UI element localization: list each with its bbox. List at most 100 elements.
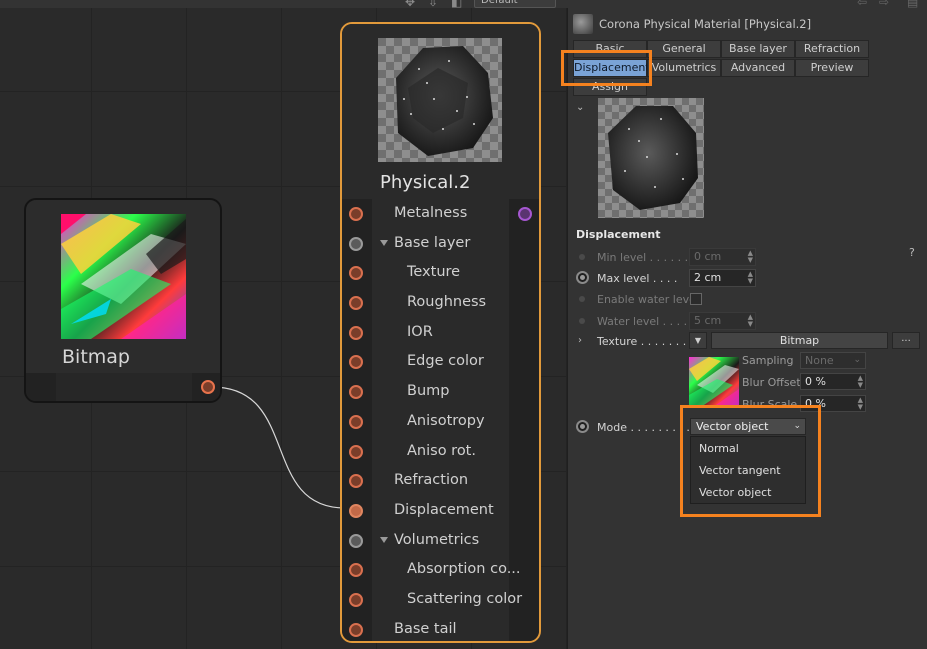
menu-icon[interactable]: ▤ [907,0,918,9]
highlight-box-mode-dropdown [680,405,821,517]
port-label: Anisotropy [407,412,485,429]
animation-dot[interactable] [579,254,585,260]
physical-material-node[interactable]: Physical.2 Metalness Base layer Texture Rou… [340,22,541,643]
bitmap-node-footer [26,373,220,401]
animation-dot[interactable] [576,420,589,433]
panel-header: Corona Physical Material [Physical.2] [573,14,927,36]
port-row[interactable]: Base layer [342,228,539,259]
back-arrow-icon[interactable]: ⇦ [857,0,867,9]
texture-bitmap-button[interactable]: Bitmap [711,332,888,349]
port-row[interactable]: Base tail [342,614,539,641]
animation-dot[interactable] [579,296,585,302]
port-label: IOR [407,323,433,340]
panel-material-preview [598,98,704,218]
highlight-box-displacement-tab [561,50,652,86]
port-label: Base tail [394,620,457,637]
tab-general[interactable]: General [647,40,721,58]
panel-topbar: ⇦ ⇨ ▤ [567,0,927,9]
port-row[interactable]: Scattering color [342,584,539,615]
port-row[interactable]: Metalness [342,199,539,229]
section-title-displacement: Displacement [576,228,661,241]
bitmap-node-title: Bitmap [62,346,130,368]
texture-menu-button[interactable]: ▼ [689,332,707,349]
min-level-field[interactable]: 0 cm ▲ ▼ [689,248,756,266]
tab-base-layer[interactable]: Base layer [721,40,795,58]
physical-node-title: Physical.2 [380,172,471,193]
blur-offset-label: Blur Offset [742,376,801,389]
bitmap-thumbnail [61,214,186,339]
max-level-field[interactable]: 2 cm ▲ ▼ [689,269,756,287]
port-label: Volumetrics [394,531,480,548]
port-label: Edge color [407,353,484,370]
forward-arrow-icon[interactable]: ⇨ [879,0,889,9]
port-label: Base layer [394,234,471,251]
port-row[interactable]: Absorption co... [342,555,539,585]
input-port[interactable] [349,444,363,459]
port-label: Displacement [394,501,494,518]
port-row[interactable]: Roughness [342,288,539,318]
attr-max-level: Max level . . . . 2 cm ▲ ▼ [568,268,927,288]
preset-select[interactable]: Default [474,0,556,8]
tab-volumetrics[interactable]: Volumetrics [647,59,721,77]
port-row[interactable]: Displacement [342,495,539,526]
arrange-icon[interactable]: ⇩ [428,0,438,9]
input-port[interactable] [349,533,363,548]
port-row[interactable]: Refraction [342,466,539,496]
tab-preview[interactable]: Preview [795,59,869,77]
layout-icon[interactable]: ◧ [451,0,462,9]
input-port[interactable] [349,503,363,518]
node-editor-canvas[interactable]: ✥ ⇩ ◧ Default Bitmap Physical.2 Metalnes… [0,0,567,649]
blur-offset-field[interactable]: 0 % ▲ ▼ [800,373,866,390]
editor-topbar: ✥ ⇩ ◧ Default [0,0,567,9]
port-label: Refraction [394,472,469,489]
sampling-select[interactable]: None ⌄ [800,352,866,369]
port-label: Aniso rot. [407,442,476,459]
animation-dot[interactable] [576,271,589,284]
attribute-panel: Corona Physical Material [Physical.2] Ba… [561,0,927,649]
input-port[interactable] [349,296,363,311]
tab-advanced[interactable]: Advanced [721,59,795,77]
port-row[interactable]: Bump [342,377,539,407]
chevron-down-icon[interactable]: ⌄ [576,102,584,113]
physical-node-header: Physical.2 [342,24,539,196]
port-row[interactable]: Edge color [342,347,539,378]
input-port[interactable] [349,236,363,251]
app-root: ✥ ⇩ ◧ Default Bitmap Physical.2 Metalnes… [0,0,927,649]
material-title: Corona Physical Material [Physical.2] [599,17,812,31]
physical-node-ports: Metalness Base layer Texture Roughness IOR Ed… [342,199,539,641]
animation-dot[interactable] [579,318,585,324]
port-row[interactable]: Texture [342,258,539,289]
tab-refraction[interactable]: Refraction [795,40,869,58]
bitmap-output-port[interactable] [201,380,215,394]
texture-more-button[interactable]: ... [892,332,920,349]
water-level-field[interactable]: 5 cm ▲ ▼ [689,312,756,330]
port-label: Metalness [394,205,468,221]
enable-water-level-checkbox[interactable] [690,293,702,305]
sampling-label: Sampling [742,354,794,367]
attr-min-level: Min level . . . . . . 0 cm ▲ ▼ [568,247,927,267]
expand-caret-icon[interactable] [380,536,388,543]
bitmap-node[interactable]: Bitmap [24,198,222,403]
output-port[interactable] [518,207,532,221]
port-label: Scattering color [407,590,523,607]
attr-enable-water-level: Enable water level [568,289,927,309]
material-icon [573,14,593,34]
port-label: Bump [407,383,450,400]
port-label: Absorption co... [407,561,521,578]
expand-caret-icon[interactable] [380,239,388,246]
port-row[interactable]: IOR [342,317,539,348]
port-row[interactable]: Aniso rot. [342,436,539,467]
material-preview-thumbnail [378,38,502,162]
texture-thumbnail [689,357,739,407]
input-port[interactable] [349,414,363,429]
attr-water-level: Water level . . . . 5 cm ▲ ▼ [568,311,927,331]
port-row[interactable]: Anisotropy [342,406,539,437]
input-port[interactable] [349,325,363,340]
port-label: Texture [407,264,461,281]
move-icon[interactable]: ✥ [405,0,415,9]
input-port[interactable] [349,592,363,607]
input-port[interactable] [349,622,363,637]
port-row[interactable]: Volumetrics [342,525,539,556]
port-label: Roughness [407,294,487,311]
input-port[interactable] [349,207,363,221]
